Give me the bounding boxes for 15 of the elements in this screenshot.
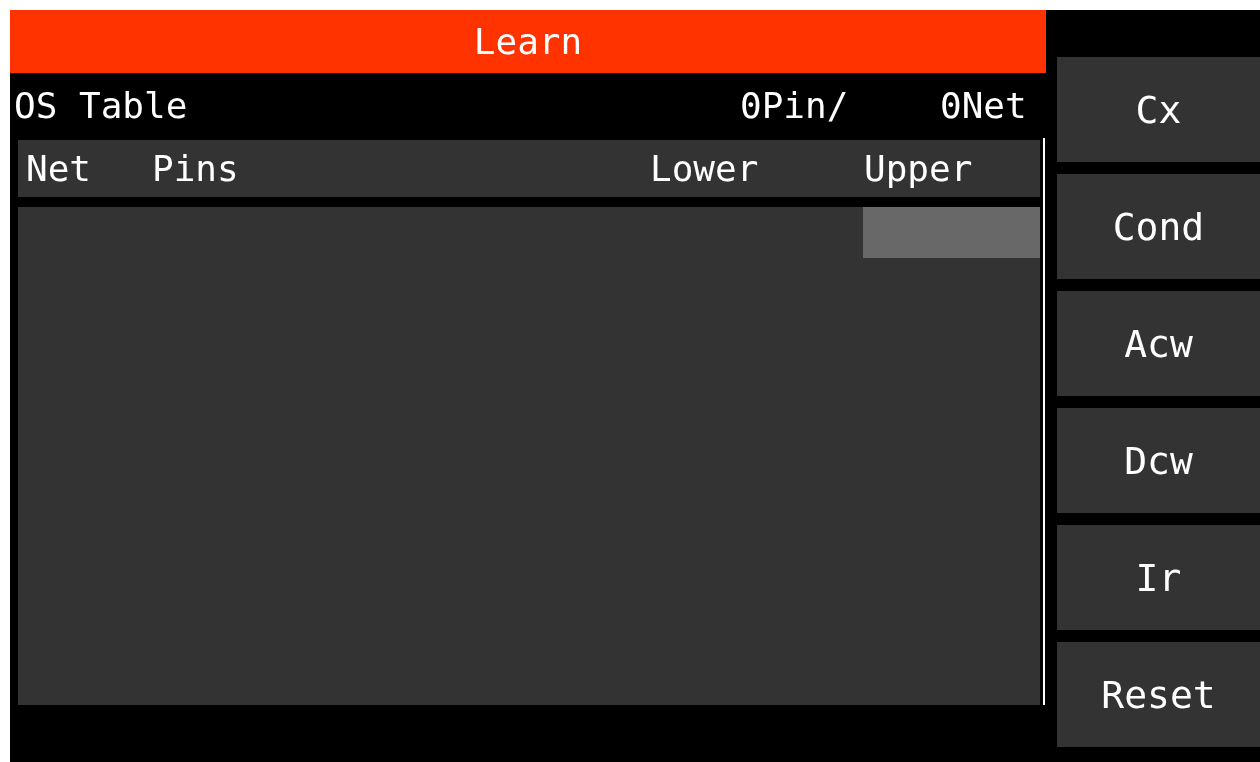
column-header: Pins: [152, 148, 240, 189]
pin-count: 0Pin/: [740, 85, 850, 126]
function-button[interactable]: Reset: [1057, 642, 1260, 747]
function-button[interactable]: Cx: [1057, 57, 1260, 162]
column-header: Upper: [864, 148, 974, 189]
table-title: OS Table: [14, 85, 189, 126]
cursor-cell[interactable]: [863, 207, 1040, 258]
header-bar: Learn: [10, 10, 1046, 73]
function-button[interactable]: Ir: [1057, 525, 1260, 630]
net-count: 0Net: [940, 85, 1028, 126]
column-header: Net: [26, 148, 93, 189]
function-button[interactable]: Cond: [1057, 174, 1260, 279]
function-button[interactable]: Acw: [1057, 291, 1260, 396]
column-header: Lower: [650, 148, 760, 189]
function-button[interactable]: Dcw: [1057, 408, 1260, 513]
